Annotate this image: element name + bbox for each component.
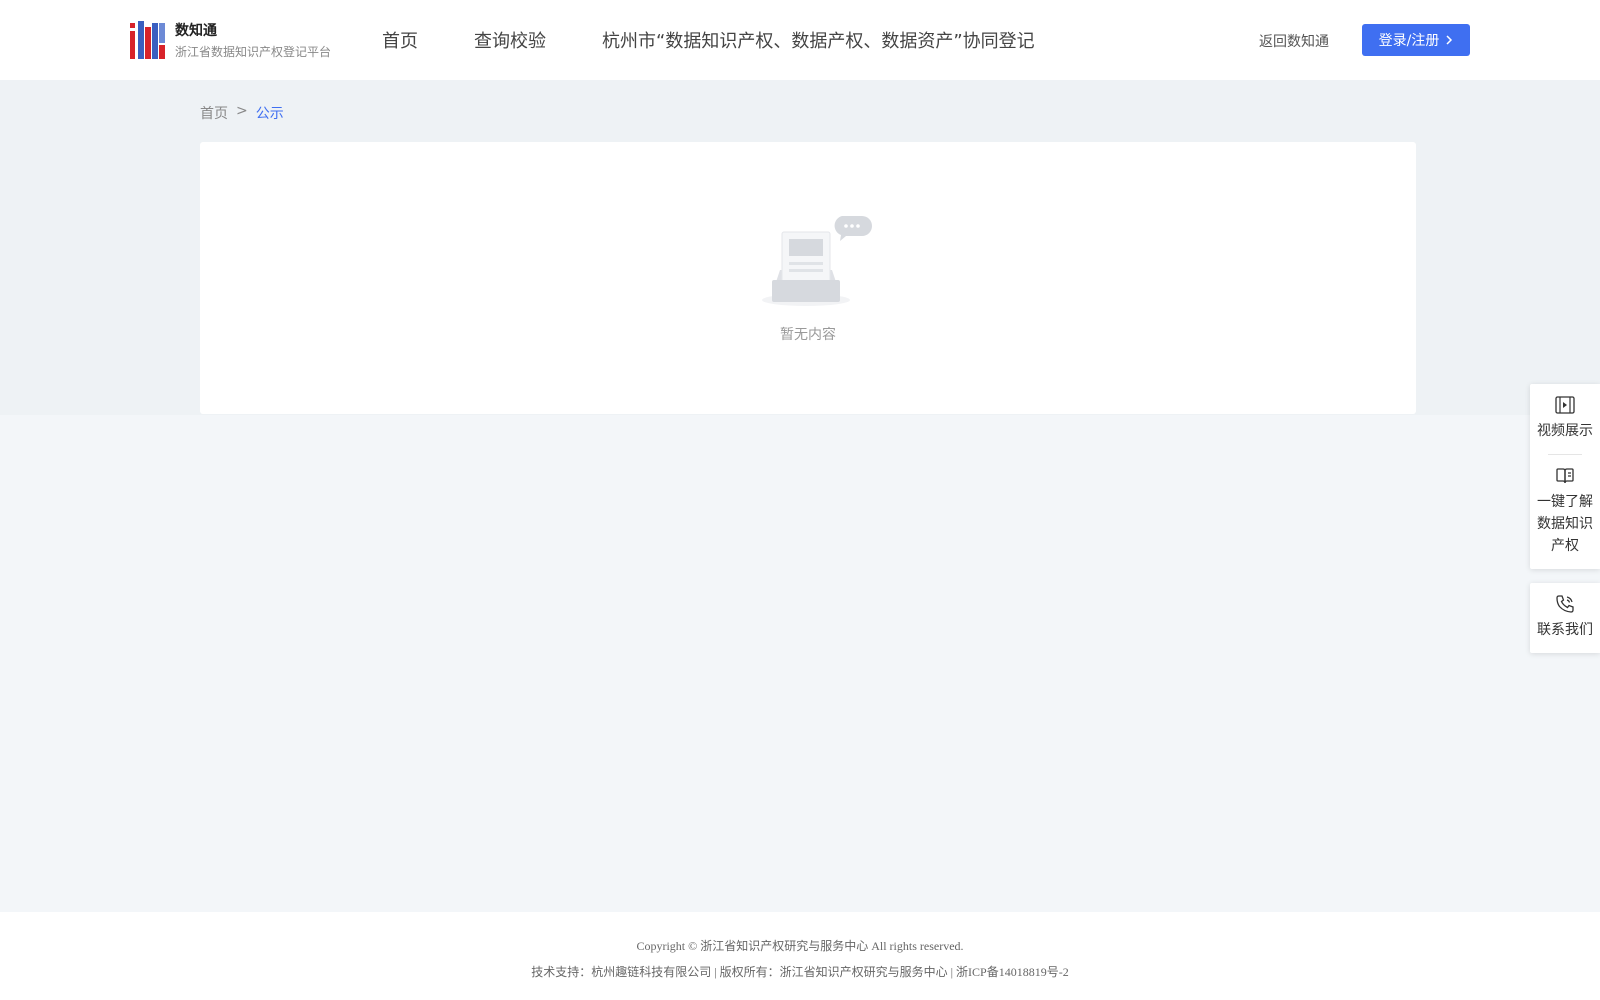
video-showcase-label: 视频展示 [1537,423,1593,439]
login-register-button[interactable]: 登录/注册 [1362,24,1470,56]
breadcrumb-home[interactable]: 首页 [200,103,228,123]
nav-item-home[interactable]: 首页 [382,27,418,53]
brand-subtitle: 浙江省数据知识产权登记平台 [175,45,332,59]
side-card-contact: 联系我们 [1530,583,1600,653]
learn-data-ip-label: 一键了解数据知识产权 [1537,494,1593,554]
side-toolbar: 视频展示 一键了解数据知识产权 联系我们 [1530,384,1600,667]
contact-us-label: 联系我们 [1537,622,1593,638]
book-icon [1556,468,1574,484]
breadcrumb-separator: > [236,103,248,119]
breadcrumb: 首页 > 公示 [200,103,284,123]
top-header: 数知通 浙江省数据知识产权登记平台 首页 查询校验 杭州市“数据知识产权、数据产… [0,0,1600,80]
footer-copyright: Copyright © 浙江省知识产权研究与服务中心 All rights re… [636,939,964,953]
login-register-label: 登录/注册 [1378,33,1440,49]
learn-data-ip-button[interactable]: 一键了解数据知识产权 [1530,455,1600,569]
video-showcase-button[interactable]: 视频展示 [1530,384,1600,454]
empty-state-text: 暂无内容 [780,327,836,343]
contact-us-button[interactable]: 联系我们 [1530,583,1600,653]
side-card-info: 视频展示 一键了解数据知识产权 [1530,384,1600,569]
page-footer: Copyright © 浙江省知识产权研究与服务中心 All rights re… [0,912,1600,1000]
back-to-shuzhitong-link[interactable]: 返回数知通 [1259,31,1329,51]
video-icon [1555,396,1575,414]
brand-name: 数知通 [175,23,217,39]
notice-list-panel: 暂无内容 [200,142,1416,414]
empty-inbox-icon [762,216,872,306]
nav-item-query-verify[interactable]: 查询校验 [474,27,546,53]
main-nav: 首页 查询校验 杭州市“数据知识产权、数据产权、数据资产”协同登记 [382,27,1035,53]
footer-support-info: 技术支持：杭州趣链科技有限公司 | 版权所有：浙江省知识产权研究与服务中心 | … [531,965,1069,979]
chevron-right-icon [1446,35,1453,45]
breadcrumb-current: 公示 [255,106,284,122]
phone-icon [1556,595,1574,613]
logo-icon[interactable] [130,21,166,59]
nav-item-hangzhou-registration[interactable]: 杭州市“数据知识产权、数据产权、数据资产”协同登记 [602,27,1035,53]
